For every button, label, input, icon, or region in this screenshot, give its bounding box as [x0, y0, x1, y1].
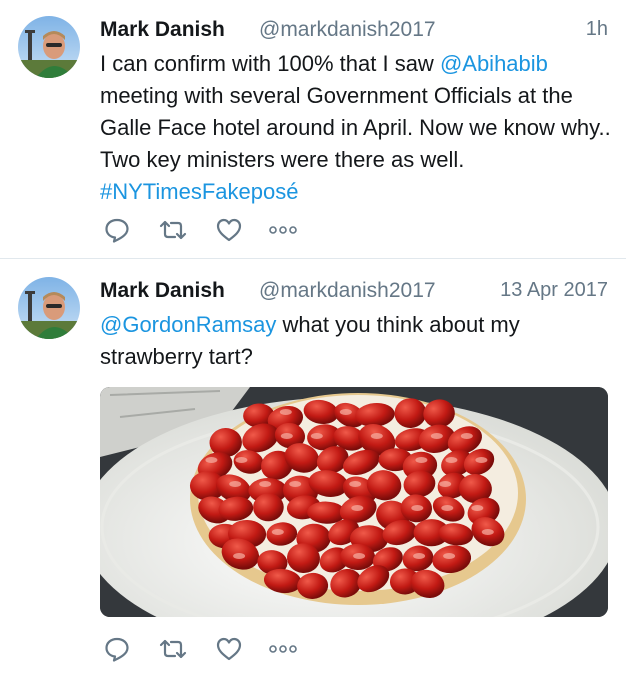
retweet-button[interactable] — [156, 633, 190, 665]
strawberry-highlight — [481, 529, 494, 535]
strawberry-highlight — [205, 457, 218, 463]
author-name[interactable]: Mark Danish — [100, 18, 225, 42]
strawberry-highlight — [460, 433, 473, 439]
reply-icon — [105, 637, 129, 662]
strawberry-highlight — [259, 481, 272, 487]
strawberry-highlight — [445, 457, 458, 463]
strawberry-highlight — [411, 505, 424, 511]
author-handle[interactable]: @markdanish2017 — [259, 279, 436, 303]
strawberry-highlight — [289, 481, 302, 487]
heart-icon — [216, 637, 242, 661]
strawberry-highlight — [415, 457, 428, 463]
strawberry-highlight — [339, 409, 352, 415]
strawberry-highlight — [351, 505, 364, 511]
heart-icon — [216, 218, 242, 242]
retweet-icon — [159, 639, 187, 659]
tweet-header: Mark Danish @markdanish2017 13 Apr 2017 — [100, 279, 608, 307]
strawberry-highlight — [233, 553, 246, 559]
mention-link[interactable]: @GordonRamsay — [100, 312, 276, 337]
mention-link[interactable]: @Abihabib — [440, 51, 548, 76]
tweet-timestamp[interactable]: 13 Apr 2017 — [500, 279, 608, 302]
author-handle[interactable]: @markdanish2017 — [259, 18, 436, 42]
tweet-photo[interactable] — [100, 387, 608, 617]
strawberry-highlight — [310, 433, 323, 439]
reply-icon — [105, 218, 129, 243]
more-icon — [269, 226, 297, 234]
strawberry-highlight — [229, 481, 242, 487]
tweet[interactable]: Mark Danish @markdanish2017 1h I can con… — [0, 0, 626, 258]
strawberry-highlight — [349, 481, 362, 487]
like-button[interactable] — [212, 633, 246, 665]
retweet-button[interactable] — [156, 214, 190, 246]
author-name[interactable]: Mark Danish — [100, 279, 225, 303]
strawberry-highlight — [471, 505, 484, 511]
tweet-text-segment: meeting with several Government Official… — [100, 83, 611, 172]
reply-button[interactable] — [100, 633, 134, 665]
avatar[interactable] — [18, 16, 80, 78]
more-button[interactable] — [266, 633, 300, 665]
tweet-text: I can confirm with 100% that I saw @Abih… — [100, 48, 612, 208]
strawberry-highlight — [475, 457, 488, 463]
reply-button[interactable] — [100, 214, 134, 246]
strawberry-highlight — [279, 409, 292, 415]
tweet[interactable]: Mark Danish @markdanish2017 13 Apr 2017 … — [0, 259, 626, 680]
strawberry-highlight — [280, 433, 293, 439]
tweet-timestamp[interactable]: 1h — [586, 18, 608, 41]
strawberry-highlight — [443, 553, 456, 559]
like-button[interactable] — [212, 214, 246, 246]
tweet-text: @GordonRamsay what you think about my st… — [100, 309, 612, 373]
tweet-text-segment: I can confirm with 100% that I saw — [100, 51, 440, 76]
strawberry-highlight — [271, 529, 284, 535]
more-button[interactable] — [266, 214, 300, 246]
strawberry-highlight — [441, 505, 454, 511]
strawberry-highlight — [235, 457, 248, 463]
hashtag-link[interactable]: #NYTimesFakeposé — [100, 179, 298, 204]
strawberry-highlight — [353, 553, 366, 559]
tweet-header: Mark Danish @markdanish2017 1h — [100, 18, 608, 46]
strawberry-highlight — [413, 553, 426, 559]
strawberry-highlight — [430, 433, 443, 439]
avatar[interactable] — [18, 277, 80, 339]
strawberry-highlight — [370, 433, 383, 439]
retweet-icon — [159, 220, 187, 240]
more-icon — [269, 645, 297, 653]
strawberry-highlight — [439, 481, 452, 487]
